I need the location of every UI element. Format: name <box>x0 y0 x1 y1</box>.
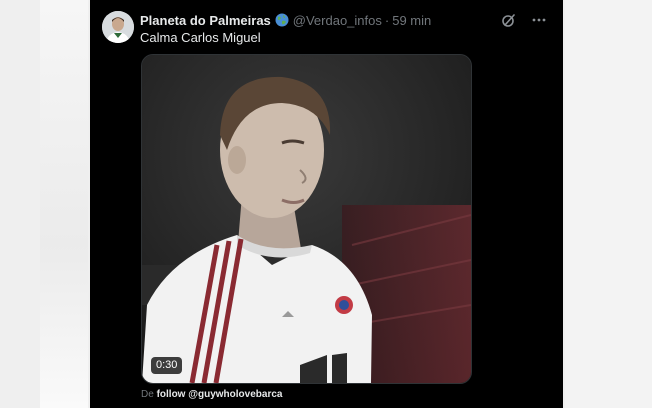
background-panel-right <box>565 0 652 408</box>
user-handle[interactable]: @Verdao_infos <box>293 13 382 28</box>
media-attribution: De follow @guywholovebarca <box>141 389 282 400</box>
tweet-card[interactable]: Planeta do Palmeiras @Verdao_infos · 59 … <box>90 0 563 408</box>
globe-icon <box>275 13 289 27</box>
display-name[interactable]: Planeta do Palmeiras <box>140 13 271 28</box>
avatar[interactable] <box>102 11 134 43</box>
tweet-text: Calma Carlos Miguel <box>140 30 261 45</box>
more-icon[interactable] <box>531 12 547 28</box>
video-frame <box>142 55 471 383</box>
timestamp[interactable]: 59 min <box>392 13 431 28</box>
tweet-header: Planeta do Palmeiras @Verdao_infos · 59 … <box>140 11 431 29</box>
attribution-prefix: De <box>141 389 154 400</box>
video-duration: 0:30 <box>151 357 183 374</box>
separator-dot: · <box>384 12 390 28</box>
grok-icon[interactable] <box>501 12 517 28</box>
video-player[interactable]: 0:30 <box>141 54 472 384</box>
tweet-actions <box>501 12 547 28</box>
background-panel-left <box>40 0 88 408</box>
attribution-source-link[interactable]: follow @guywholovebarca <box>157 389 283 400</box>
